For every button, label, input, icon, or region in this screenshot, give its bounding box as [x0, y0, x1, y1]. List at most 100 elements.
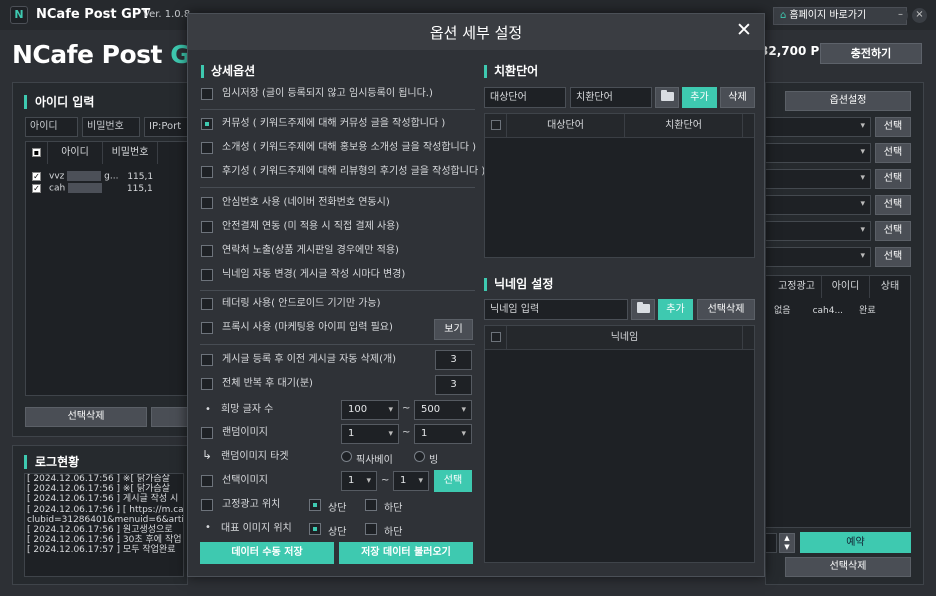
- review-style-checkbox[interactable]: [201, 166, 213, 178]
- reserve-time-input[interactable]: [765, 533, 777, 553]
- id-input[interactable]: 아이디: [25, 117, 78, 137]
- option-dropdown-5[interactable]: [765, 221, 871, 241]
- char-max-select[interactable]: 500: [414, 400, 472, 420]
- community-style-checkbox[interactable]: [201, 118, 213, 130]
- nickname-input[interactable]: 닉네임 입력: [484, 299, 628, 320]
- points-balance: 32,700 P: [760, 44, 820, 58]
- log-line: [ 2024.12.06.17:57 ] 모두 작업완료: [27, 545, 176, 556]
- target-word-input[interactable]: 대상단어: [484, 87, 566, 108]
- option-dropdown-1[interactable]: [765, 117, 871, 137]
- select-button-2[interactable]: 선택: [875, 143, 911, 163]
- select-image-max[interactable]: 1: [393, 471, 429, 491]
- log-output[interactable]: [ 2024.12.06.17:56 ] ※[ 닭가슴살 [ 2024.12.0…: [24, 473, 184, 577]
- option-settings-button[interactable]: 옵션설정: [785, 91, 911, 111]
- random-min-select[interactable]: 1: [341, 424, 399, 444]
- delete-selected-accounts-button[interactable]: 선택삭제: [25, 407, 147, 427]
- log-line: [ 2024.12.06.17:56 ] 게시글 작성 시: [27, 494, 179, 505]
- fixed-ad-checkbox[interactable]: [201, 499, 213, 511]
- app-name: NCafe Post GPT: [36, 7, 151, 22]
- intro-style-checkbox[interactable]: [201, 142, 213, 154]
- time-stepper[interactable]: ▲ ▼: [779, 533, 795, 553]
- password-input[interactable]: 비밀번호: [82, 117, 140, 137]
- rep-image-bottom-checkbox[interactable]: [365, 523, 377, 535]
- option-dropdown-6[interactable]: [765, 247, 871, 267]
- replace-select-all[interactable]: [485, 114, 507, 138]
- table-row[interactable]: 없음 cah4... 완료: [774, 303, 876, 316]
- fixed-ad-top-checkbox[interactable]: [309, 499, 321, 511]
- select-image-min[interactable]: 1: [341, 471, 377, 491]
- fixed-ad-bottom-label: 하단: [384, 503, 403, 514]
- reserve-button[interactable]: 예약: [800, 532, 911, 553]
- table-row[interactable]: ✓ vvz g... 115,1: [32, 171, 153, 182]
- replace-delete-button[interactable]: 삭제: [720, 87, 755, 108]
- option-dropdown-3[interactable]: [765, 169, 871, 189]
- target-pixabay-radio[interactable]: [341, 451, 352, 462]
- load-saved-data-button[interactable]: 저장 데이터 불러오기: [339, 542, 473, 564]
- repeat-wait-checkbox[interactable]: [201, 378, 213, 390]
- replace-word-input[interactable]: 치환단어: [570, 87, 652, 108]
- select-image-button[interactable]: 선택: [434, 470, 472, 492]
- detail-options-title: 상세옵션: [201, 65, 255, 78]
- replace-add-button[interactable]: 추가: [682, 87, 717, 108]
- select-button-5[interactable]: 선택: [875, 221, 911, 241]
- rep-image-bottom-label: 하단: [384, 527, 403, 538]
- nickname-import-button[interactable]: [631, 299, 655, 320]
- app-logo-icon: N: [10, 6, 28, 24]
- select-all-checkbox[interactable]: ▪: [32, 147, 41, 157]
- random-image-checkbox[interactable]: [201, 427, 213, 439]
- select-all-checkbox[interactable]: [491, 332, 501, 342]
- minimize-button[interactable]: –: [893, 8, 908, 23]
- delete-selected-jobs-button[interactable]: 선택삭제: [785, 557, 911, 577]
- masked-text: [67, 171, 102, 181]
- masked-text: [68, 183, 103, 193]
- fixed-ad-bottom-checkbox[interactable]: [365, 499, 377, 511]
- divider: [200, 187, 475, 188]
- account-secondary-button[interactable]: [151, 407, 188, 427]
- random-max-select[interactable]: 1: [414, 424, 472, 444]
- row-checkbox[interactable]: ✓: [32, 183, 41, 193]
- auto-delete-checkbox[interactable]: [201, 354, 213, 366]
- repeat-wait-input[interactable]: 3: [435, 375, 472, 395]
- job-header-fixed-ad: 고정광고: [772, 276, 822, 298]
- safe-number-checkbox[interactable]: [201, 197, 213, 209]
- select-button-4[interactable]: 선택: [875, 195, 911, 215]
- replace-import-button[interactable]: [655, 87, 679, 108]
- nickname-add-button[interactable]: 추가: [658, 299, 693, 320]
- log-line: [ 2024.12.06.17:56 ] ※[ 닭가슴살: [27, 484, 170, 495]
- ip-port-input[interactable]: IP:Port: [144, 117, 188, 137]
- table-row[interactable]: ✓ cah 115,1: [32, 183, 153, 194]
- rep-image-top-checkbox[interactable]: [309, 523, 321, 535]
- option-dropdown-2[interactable]: [765, 143, 871, 163]
- account-select-all[interactable]: ▪: [26, 142, 48, 164]
- select-image-checkbox[interactable]: [201, 475, 213, 487]
- auto-delete-count-input[interactable]: 3: [435, 350, 472, 370]
- select-button-3[interactable]: 선택: [875, 169, 911, 189]
- window-close-button[interactable]: ×: [912, 8, 927, 23]
- nickname-select-all[interactable]: [485, 326, 507, 350]
- log-line: [ 2024.12.06.17:56 ] 30초 후에 작업: [27, 535, 182, 546]
- rep-image-top-label: 상단: [328, 527, 347, 538]
- homepage-button[interactable]: ⌂ 홈페이지 바로가기: [773, 7, 907, 25]
- temp-save-checkbox[interactable]: [201, 88, 213, 100]
- select-button-1[interactable]: 선택: [875, 117, 911, 137]
- char-min-select[interactable]: 100: [341, 400, 399, 420]
- manual-save-button[interactable]: 데이터 수동 저장: [200, 542, 334, 564]
- safe-payment-checkbox[interactable]: [201, 221, 213, 233]
- folder-icon: [660, 89, 674, 101]
- dialog-close-icon[interactable]: ✕: [736, 19, 752, 41]
- nickname-auto-checkbox[interactable]: [201, 269, 213, 281]
- proxy-checkbox[interactable]: [201, 322, 213, 334]
- home-icon: ⌂: [780, 10, 787, 21]
- proxy-view-button[interactable]: 보기: [434, 319, 473, 340]
- target-bing-radio[interactable]: [414, 451, 425, 462]
- row-checkbox[interactable]: ✓: [32, 171, 41, 181]
- tethering-checkbox[interactable]: [201, 298, 213, 310]
- select-all-checkbox[interactable]: [491, 120, 501, 130]
- log-line: [ 2024.12.06.17:56 ] ※[ 닭가슴살: [27, 474, 170, 484]
- contact-expose-checkbox[interactable]: [201, 245, 213, 257]
- select-button-6[interactable]: 선택: [875, 247, 911, 267]
- charge-button[interactable]: 충전하기: [820, 43, 922, 64]
- option-dropdown-4[interactable]: [765, 195, 871, 215]
- nickname-delete-selected-button[interactable]: 선택삭제: [697, 299, 755, 320]
- id-panel-title: 아이디 입력: [24, 95, 94, 109]
